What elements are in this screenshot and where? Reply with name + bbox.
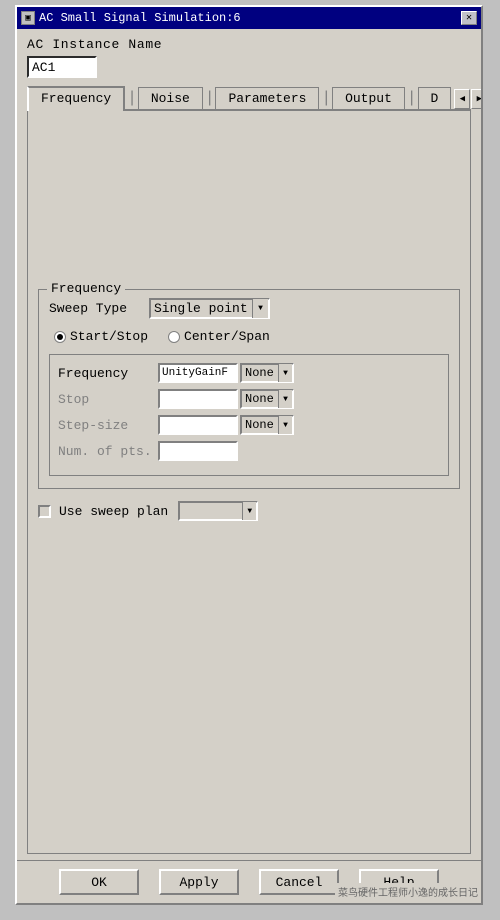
step-unit-select[interactable]: None Hz KHz MHz GHz bbox=[240, 415, 294, 435]
frequency-group-box: Frequency Sweep Type Single point Linear… bbox=[38, 289, 460, 489]
cancel-button[interactable]: Cancel bbox=[259, 869, 339, 895]
radio-start-stop[interactable]: Start/Stop bbox=[54, 329, 148, 344]
step-size-input[interactable] bbox=[158, 415, 238, 435]
sweep-plan-row: Use sweep plan ▼ bbox=[38, 501, 460, 521]
apply-button[interactable]: Apply bbox=[159, 869, 239, 895]
num-pts-label: Num. of pts. bbox=[58, 444, 158, 459]
tab-output[interactable]: Output bbox=[332, 87, 405, 109]
frequency-value-input[interactable] bbox=[158, 363, 238, 383]
sweep-type-select[interactable]: Single point Linear Decade Octave bbox=[149, 298, 270, 319]
spacer-area bbox=[38, 121, 460, 281]
tab-sep-1: | bbox=[126, 89, 138, 107]
tab-sep-4: | bbox=[406, 89, 418, 107]
dialog-content: AC Instance Name Frequency | Noise | Par… bbox=[17, 29, 481, 860]
tab-parameters[interactable]: Parameters bbox=[215, 87, 319, 109]
stop-unit-wrapper: None Hz KHz MHz GHz ▼ bbox=[240, 389, 294, 409]
step-unit-wrapper: None Hz KHz MHz GHz ▼ bbox=[240, 415, 294, 435]
ok-button[interactable]: OK bbox=[59, 869, 139, 895]
frequency-row: Frequency None Hz KHz MHz GHz ▼ bbox=[58, 363, 440, 383]
radio-center-span[interactable]: Center/Span bbox=[168, 329, 270, 344]
num-pts-input[interactable] bbox=[158, 441, 238, 461]
title-bar: ▣ AC Small Signal Simulation:6 ✕ bbox=[17, 7, 481, 29]
stop-unit-select[interactable]: None Hz KHz MHz GHz bbox=[240, 389, 294, 409]
tab-scroll-buttons: ◀ ▶ bbox=[454, 89, 481, 109]
sweep-plan-label: Use sweep plan bbox=[59, 504, 168, 519]
sweep-type-row: Sweep Type Single point Linear Decade Oc… bbox=[49, 298, 449, 319]
sweep-type-label: Sweep Type bbox=[49, 301, 149, 316]
instance-name-label: AC Instance Name bbox=[27, 37, 471, 52]
tab-noise[interactable]: Noise bbox=[138, 87, 203, 109]
tab-sep-2: | bbox=[204, 89, 216, 107]
tab-frequency[interactable]: Frequency bbox=[27, 86, 125, 111]
sweep-type-select-wrapper: Single point Linear Decade Octave ▼ bbox=[149, 298, 270, 319]
tab-d[interactable]: D bbox=[418, 87, 452, 109]
stop-label: Stop bbox=[58, 392, 158, 407]
close-button[interactable]: ✕ bbox=[461, 11, 477, 25]
num-pts-row: Num. of pts. bbox=[58, 441, 440, 461]
frequency-group-title: Frequency bbox=[47, 281, 125, 296]
radio-start-stop-label: Start/Stop bbox=[70, 329, 148, 344]
title-icon: ▣ bbox=[21, 11, 35, 25]
radio-center-span-label: Center/Span bbox=[184, 329, 270, 344]
dialog-window: ▣ AC Small Signal Simulation:6 ✕ AC Inst… bbox=[15, 5, 483, 905]
radio-start-stop-button[interactable] bbox=[54, 331, 66, 343]
sweep-plan-dropdown-wrapper: ▼ bbox=[178, 501, 258, 521]
window-title: AC Small Signal Simulation:6 bbox=[39, 11, 241, 25]
frequency-unit-select[interactable]: None Hz KHz MHz GHz bbox=[240, 363, 294, 383]
stop-row: Stop None Hz KHz MHz GHz ▼ bbox=[58, 389, 440, 409]
stop-value-input[interactable] bbox=[158, 389, 238, 409]
tab-sep-3: | bbox=[320, 89, 332, 107]
tab-scroll-right[interactable]: ▶ bbox=[471, 89, 481, 109]
watermark: 菜鸟硬件工程师小逸的成长日记 bbox=[335, 883, 481, 901]
sweep-plan-select[interactable] bbox=[178, 501, 258, 521]
tabs-container: Frequency | Noise | Parameters | Output … bbox=[27, 86, 471, 111]
freq-unit-wrapper: None Hz KHz MHz GHz ▼ bbox=[240, 363, 294, 383]
tab-content-frequency: Frequency Sweep Type Single point Linear… bbox=[27, 111, 471, 854]
params-box: Frequency None Hz KHz MHz GHz ▼ bbox=[49, 354, 449, 476]
step-size-label: Step-size bbox=[58, 418, 158, 433]
instance-name-input[interactable] bbox=[27, 56, 97, 78]
radio-row: Start/Stop Center/Span bbox=[49, 329, 449, 344]
title-bar-left: ▣ AC Small Signal Simulation:6 bbox=[21, 11, 241, 25]
tab-scroll-left[interactable]: ◀ bbox=[454, 89, 470, 109]
freq-label: Frequency bbox=[58, 366, 158, 381]
step-size-row: Step-size None Hz KHz MHz GHz ▼ bbox=[58, 415, 440, 435]
radio-center-span-button[interactable] bbox=[168, 331, 180, 343]
sweep-plan-checkbox[interactable] bbox=[38, 505, 51, 518]
